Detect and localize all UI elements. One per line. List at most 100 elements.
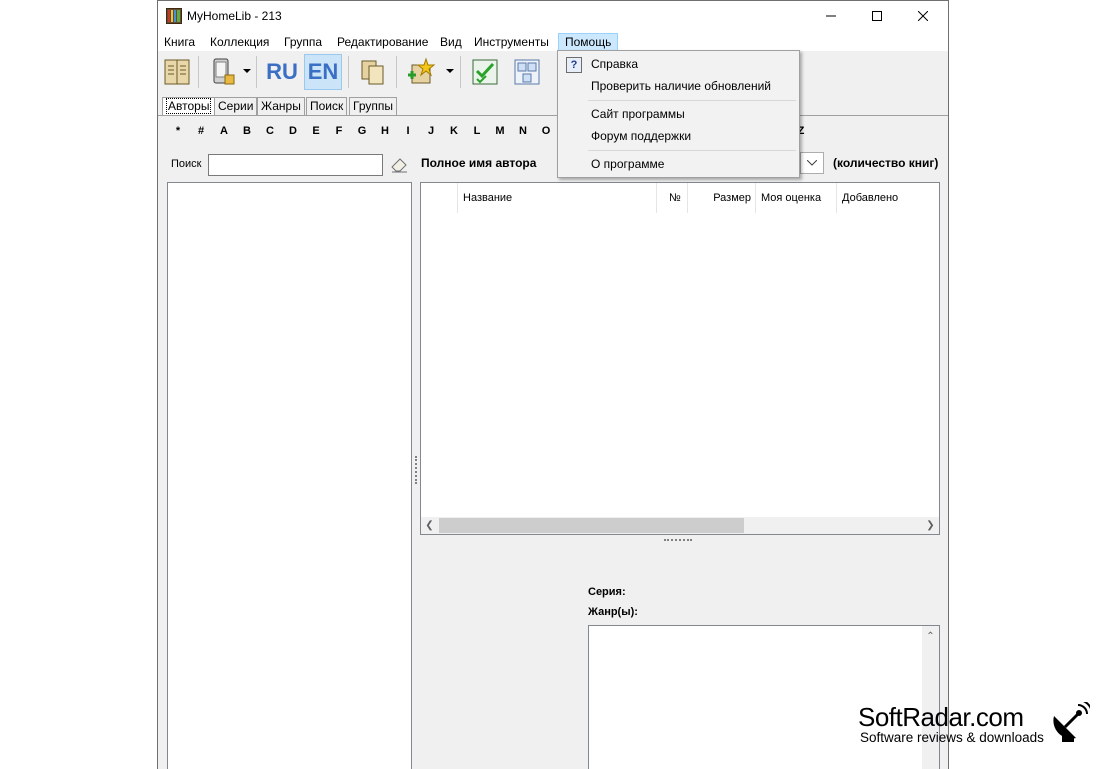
column-header-title[interactable]: Название (458, 183, 657, 213)
scroll-left-icon[interactable]: ❮ (421, 517, 438, 534)
book-open-icon (164, 59, 190, 85)
tab-divider (158, 115, 948, 116)
menu-item-help[interactable]: ? Справка (560, 53, 797, 75)
alpha-letter[interactable]: F (332, 125, 346, 137)
scrollbar-thumb[interactable] (439, 518, 744, 533)
alpha-letter[interactable]: # (194, 125, 208, 137)
lang-en-button[interactable]: EN (304, 54, 342, 90)
read-book-button[interactable] (158, 54, 196, 90)
horizontal-splitter[interactable] (664, 539, 692, 542)
send-to-device-button[interactable] (204, 54, 242, 90)
alpha-letter[interactable]: E (309, 125, 323, 137)
toolbar-separator (396, 56, 397, 88)
toolbar: RU EN (158, 51, 948, 93)
column-header-blank (421, 183, 458, 213)
tab-authors[interactable]: Авторы (162, 97, 216, 115)
search-label: Поиск (171, 158, 202, 170)
menu-edit[interactable]: Редактирование (331, 33, 434, 51)
tab-genres[interactable]: Жанры (257, 97, 305, 115)
menu-bar: Книга Коллекция Группа Редактирование Ви… (158, 31, 948, 51)
scroll-up-icon[interactable]: ⌃ (922, 628, 939, 645)
copy-button[interactable] (354, 54, 392, 90)
help-dropdown-menu: ? Справка Проверить наличие обновлений С… (557, 50, 800, 178)
column-header-size[interactable]: Размер (688, 183, 756, 213)
alpha-letter[interactable]: M (493, 125, 507, 137)
alpha-letter[interactable]: I (401, 125, 415, 137)
vertical-splitter[interactable] (415, 456, 418, 484)
books-grid[interactable]: Название № Размер Моя оценка Добавлено ❮… (420, 182, 940, 535)
alpha-letter[interactable]: * (171, 125, 185, 137)
tab-authors-label: Авторы (166, 98, 212, 114)
alpha-letter[interactable]: J (424, 125, 438, 137)
toolbar-separator (348, 56, 349, 88)
watermark-tagline: Software reviews & downloads (860, 730, 1044, 745)
eraser-icon[interactable] (390, 157, 408, 173)
alphabet-bar: * # A B C D E F G H I J K L M N O (158, 125, 558, 141)
alpha-letter[interactable]: N (516, 125, 530, 137)
column-header-rating[interactable]: Моя оценка (756, 183, 837, 213)
search-input[interactable] (208, 154, 383, 176)
genre-label: Жанр(ы): (588, 606, 638, 618)
chevron-down-icon (807, 160, 817, 166)
alpha-letter[interactable]: B (240, 125, 254, 137)
menu-group[interactable]: Группа (278, 33, 328, 51)
alpha-letter[interactable]: K (447, 125, 461, 137)
menu-view[interactable]: Вид (434, 33, 468, 51)
menu-item-about[interactable]: О программе (560, 153, 797, 175)
maximize-button[interactable] (854, 1, 900, 31)
alpha-letter[interactable]: A (217, 125, 231, 137)
title-bar: MyHomeLib - 213 (158, 1, 948, 31)
check-button[interactable] (466, 54, 504, 90)
menu-collection[interactable]: Коллекция (204, 33, 275, 51)
menu-help[interactable]: Помощь (558, 33, 619, 51)
layout-icon (514, 59, 540, 85)
series-label: Серия: (588, 586, 626, 598)
tab-groups[interactable]: Группы (349, 97, 397, 115)
add-to-group-button[interactable] (402, 54, 440, 90)
app-books-icon (166, 8, 182, 24)
alpha-letter[interactable]: O (539, 125, 553, 137)
column-header-number[interactable]: № (657, 183, 688, 213)
author-full-name-label: Полное имя автора (421, 156, 537, 170)
alpha-letter[interactable]: D (286, 125, 300, 137)
horizontal-scrollbar[interactable]: ❮ ❯ (421, 517, 939, 534)
alpha-letter[interactable]: L (470, 125, 484, 137)
alpha-letter[interactable]: G (355, 125, 369, 137)
menu-item-check-updates[interactable]: Проверить наличие обновлений (560, 75, 797, 97)
main-window: MyHomeLib - 213 Книга Коллекция Группа Р… (157, 0, 949, 769)
minimize-icon (826, 15, 836, 17)
menu-separator (588, 100, 796, 101)
alpha-letter[interactable]: C (263, 125, 277, 137)
device-dropdown-arrow[interactable] (243, 69, 251, 73)
menu-item-support-forum[interactable]: Форум поддержки (560, 125, 797, 147)
column-header-added[interactable]: Добавлено (837, 183, 939, 213)
tab-search[interactable]: Поиск (306, 97, 348, 115)
lang-ru-button[interactable]: RU (263, 54, 301, 90)
menu-separator (588, 150, 796, 151)
alpha-letter[interactable]: H (378, 125, 392, 137)
toolbar-separator (460, 56, 461, 88)
menu-book[interactable]: Книга (158, 33, 201, 51)
help-icon: ? (566, 57, 582, 73)
menu-tools[interactable]: Инструменты (468, 33, 555, 51)
author-combo-dropdown[interactable] (800, 152, 824, 174)
close-button[interactable] (900, 1, 946, 31)
close-icon (918, 11, 928, 21)
group-dropdown-arrow[interactable] (446, 69, 454, 73)
watermark: SoftRadar.com Software reviews & downloa… (858, 702, 1098, 752)
add-star-icon (408, 57, 436, 84)
authors-list[interactable] (167, 182, 412, 769)
device-icon (213, 58, 235, 85)
satellite-icon (1053, 702, 1090, 742)
watermark-name: SoftRadar.com (858, 702, 1024, 732)
minimize-button[interactable] (808, 1, 854, 31)
scroll-right-icon[interactable]: ❯ (922, 517, 939, 534)
menu-item-website[interactable]: Сайт программы (560, 103, 797, 125)
copy-icon (361, 60, 384, 85)
layout-button[interactable] (508, 54, 546, 90)
toolbar-separator (198, 56, 199, 88)
checklist-icon (472, 59, 498, 85)
tab-series[interactable]: Серии (214, 97, 258, 115)
menu-item-help-label: Справка (591, 57, 639, 71)
maximize-icon (872, 11, 882, 21)
